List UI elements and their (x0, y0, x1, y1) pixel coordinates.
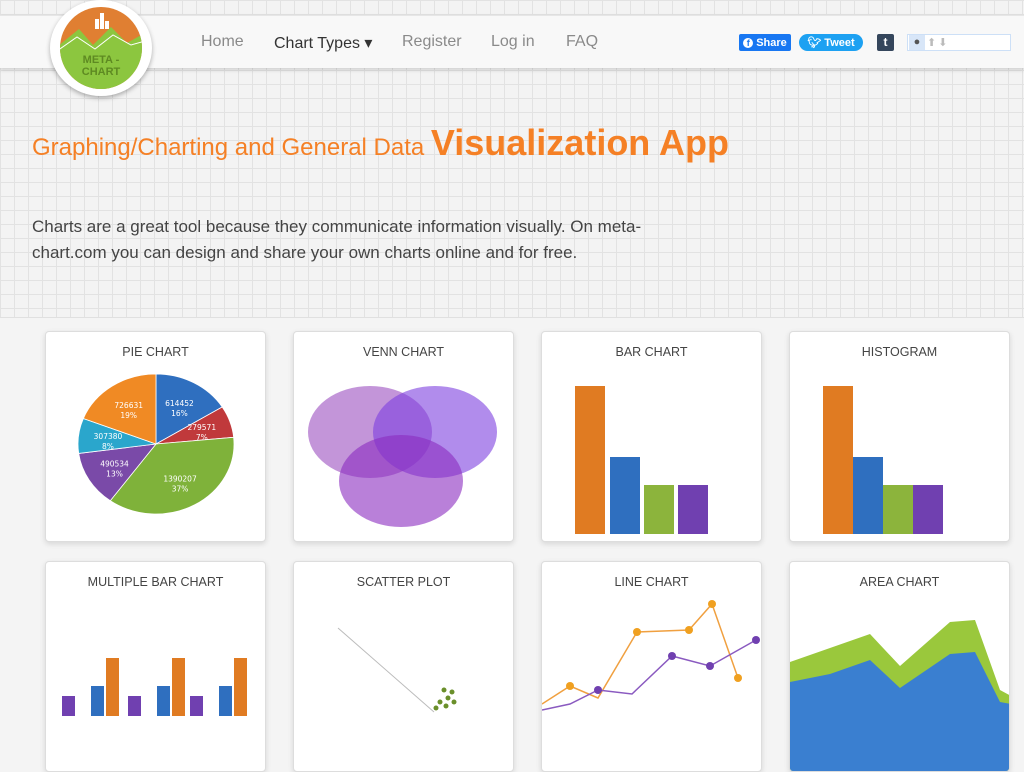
page-title: Graphing/Charting and General Data Visua… (32, 122, 732, 169)
pie-slice-label: 37% (172, 485, 189, 494)
reddit-upvote-icon[interactable]: ⬆ (927, 36, 936, 49)
card-histogram[interactable]: HISTOGRAM (789, 331, 1010, 542)
facebook-icon: f (743, 37, 754, 48)
facebook-share-button[interactable]: f Share (739, 34, 791, 51)
card-multiple-bar-chart[interactable]: MULTIPLE BAR CHART (45, 561, 266, 772)
card-bar-chart[interactable]: BAR CHART (541, 331, 762, 542)
pie-slice-label: 490534 (100, 459, 129, 468)
tweet-button[interactable]: 🐦︎ Tweet (799, 34, 863, 51)
line-thumbnail (542, 600, 760, 711)
title-small: Graphing/Charting and General Data (32, 134, 431, 161)
twitter-bird-icon: 🐦︎ (807, 37, 822, 49)
reddit-widget: ● ⬆ ⬇ (907, 34, 1011, 51)
bar-thumbnail (575, 386, 708, 534)
intro-text: Charts are a great tool because they com… (32, 217, 642, 262)
tweet-label: Tweet (824, 36, 855, 49)
svg-text:META -: META - (83, 54, 120, 66)
reddit-downvote-icon[interactable]: ⬇ (938, 36, 947, 49)
logo-mark-icon: META - CHART (60, 7, 142, 89)
nav-faq[interactable]: FAQ (566, 33, 598, 51)
card-area-chart[interactable]: AREA CHART (789, 561, 1010, 772)
multiple-bar-thumbnail (62, 658, 247, 716)
pie-slice-label: 307380 (94, 432, 123, 441)
nav-register[interactable]: Register (402, 33, 462, 51)
nav-login[interactable]: Log in (491, 33, 535, 51)
pie-slice-label: 19% (120, 411, 137, 420)
logo[interactable]: META - CHART (50, 0, 152, 96)
pie-slice-label: 16% (171, 409, 188, 418)
card-venn-chart[interactable]: VENN CHART (293, 331, 514, 542)
card-line-chart[interactable]: LINE CHART (541, 561, 762, 772)
facebook-share-label: Share (756, 36, 787, 49)
pie-slice-label: 8% (102, 442, 114, 451)
reddit-alien-icon[interactable]: ● (909, 35, 925, 50)
pie-slice-label: 614452 (165, 399, 194, 408)
title-big: Visualization App (430, 122, 729, 163)
card-scatter-plot[interactable]: SCATTER PLOT (293, 561, 514, 772)
pie-chart-thumbnail: 61445216%2795717%139020737%49053413%3073… (77, 373, 235, 515)
card-pie-chart[interactable]: PIE CHART 614452 16% 279571 7% 1390207 37% 490… (45, 331, 266, 542)
tumblr-button[interactable]: t (877, 34, 894, 51)
histogram-thumbnail (823, 386, 943, 534)
nav-home[interactable]: Home (201, 33, 244, 51)
nav-chart-types[interactable]: Chart Types ▾ (274, 33, 372, 53)
venn-thumbnail (308, 386, 497, 527)
area-thumbnail (790, 620, 1009, 771)
pie-slice-label: 279571 (187, 423, 216, 432)
svg-text:CHART: CHART (82, 66, 121, 78)
scatter-thumbnail (337, 627, 457, 713)
pie-slice-label: 1390207 (163, 475, 197, 484)
pie-slice-label: 13% (106, 469, 123, 478)
pie-slice-label: 726631 (114, 401, 143, 410)
